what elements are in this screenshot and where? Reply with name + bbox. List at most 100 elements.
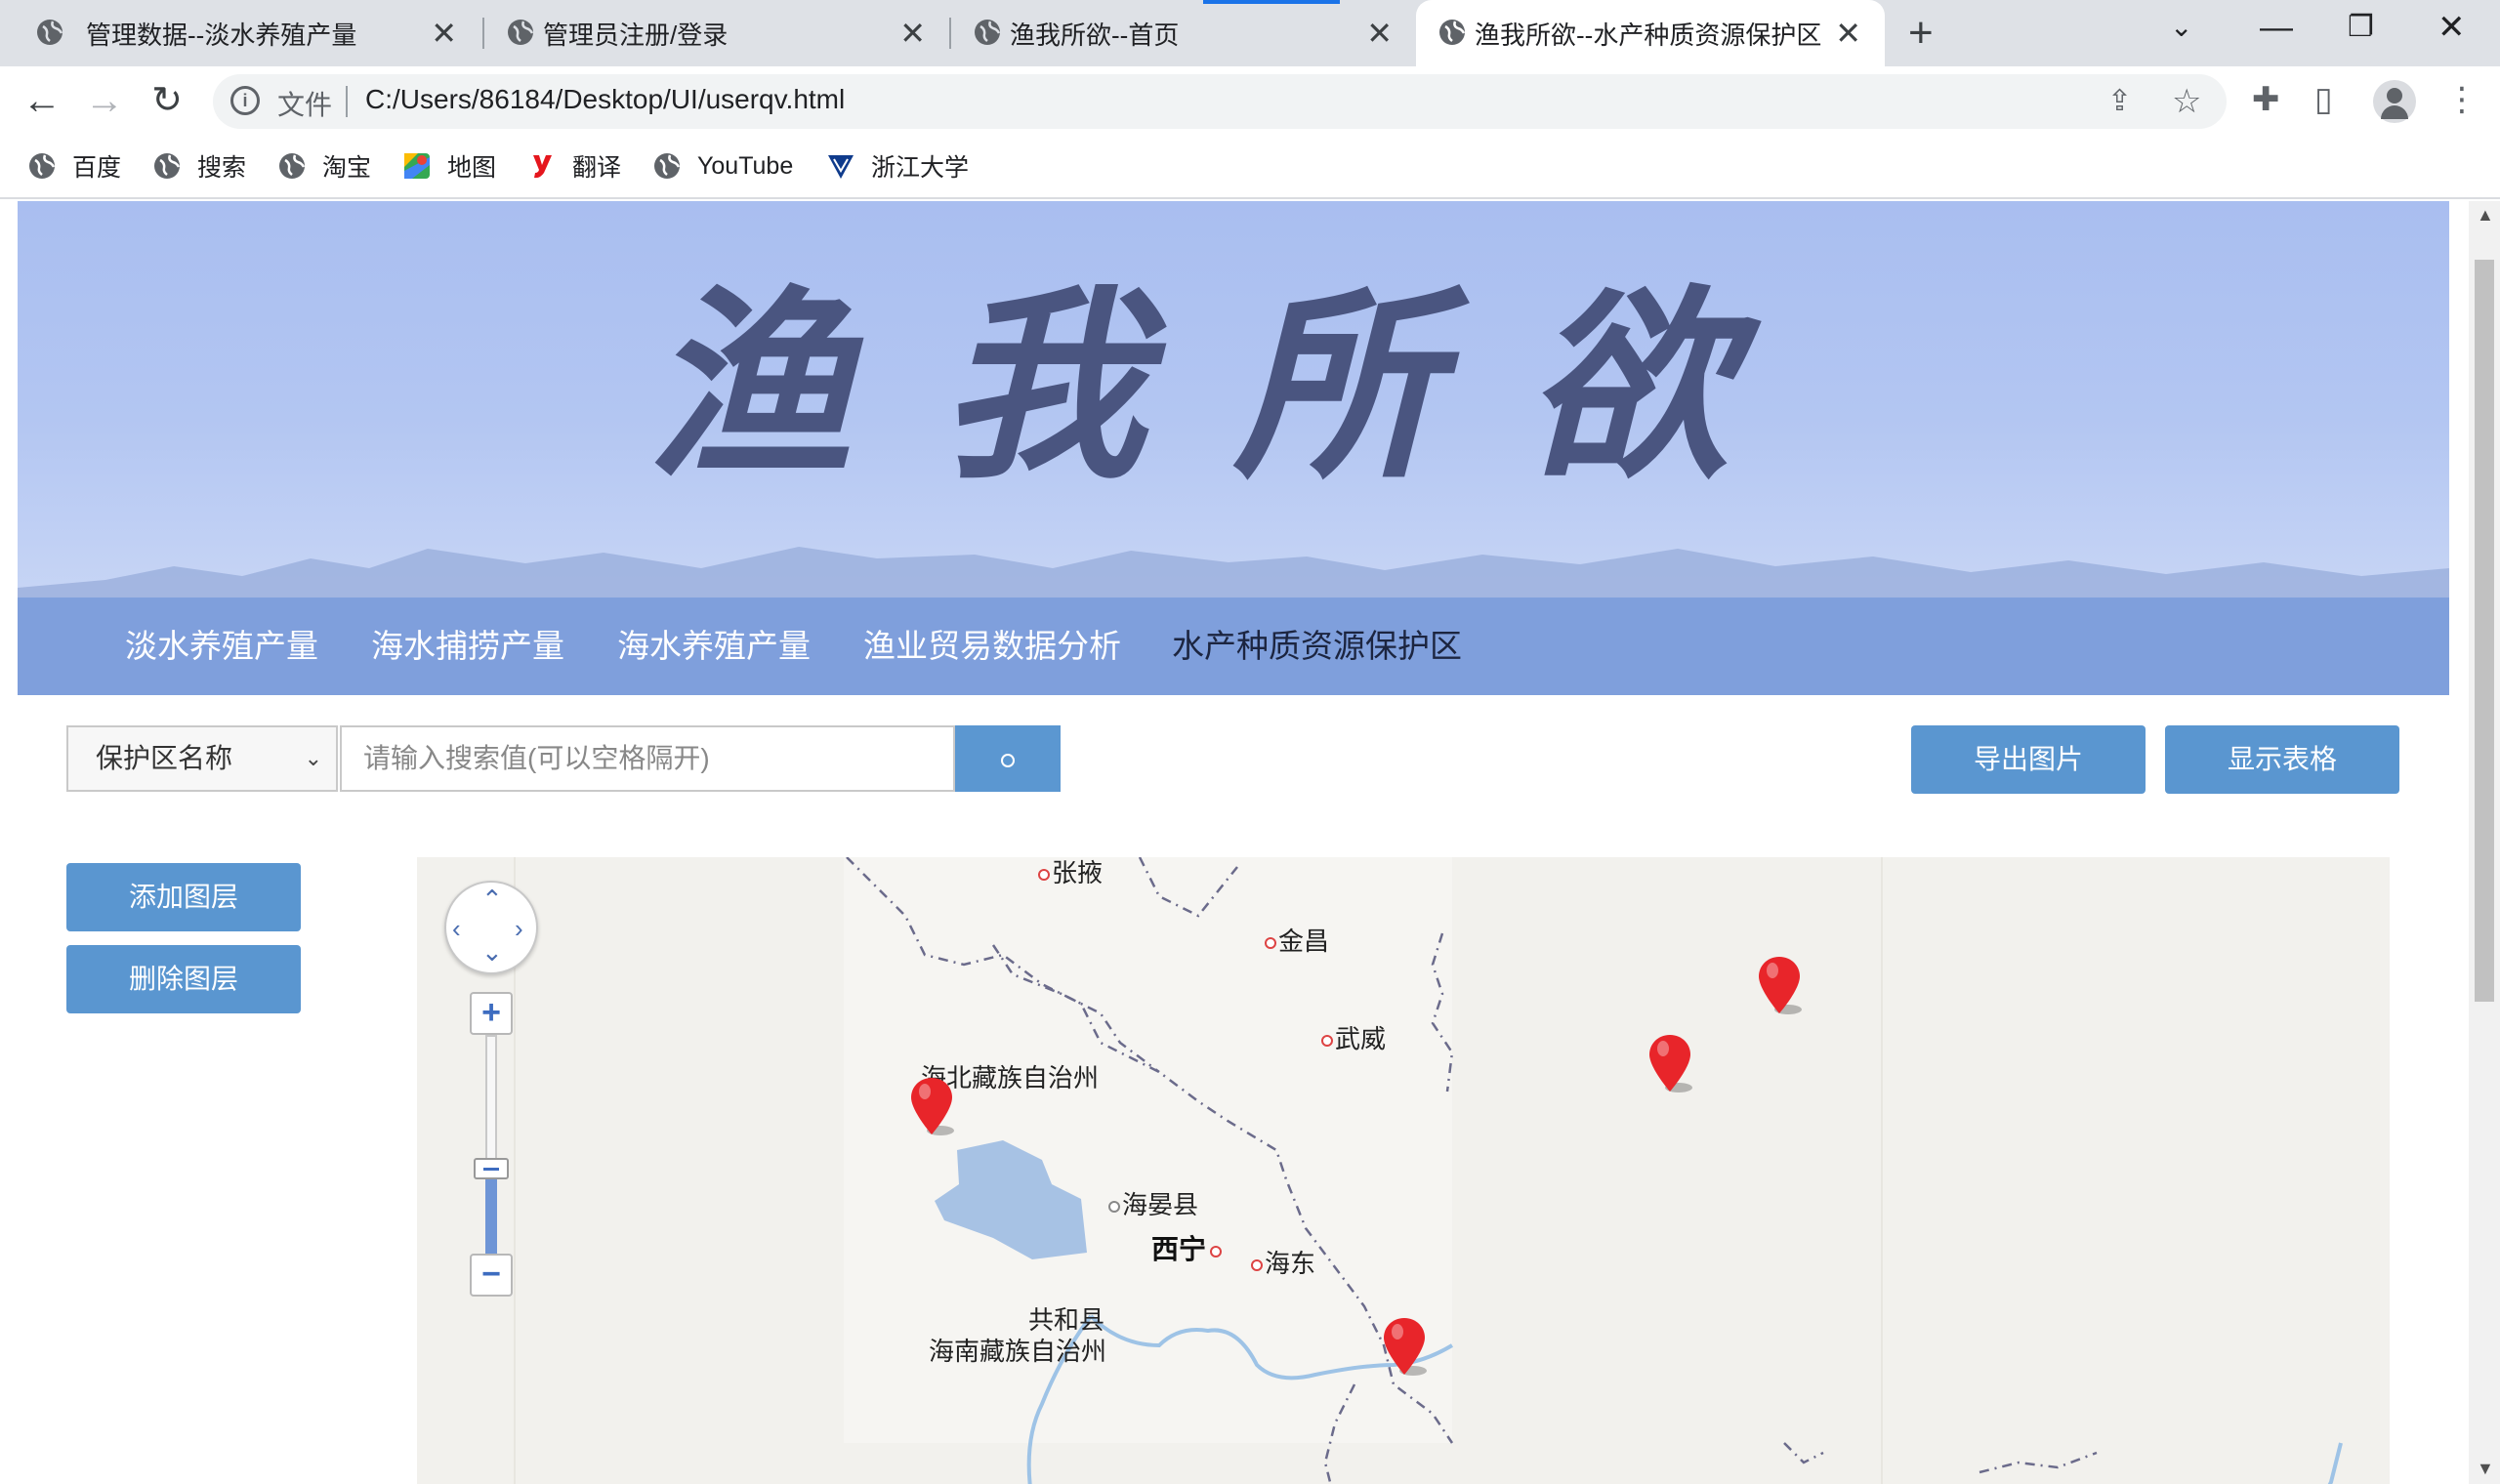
bookmarks-bar: 百度 搜索 淘宝 地图 翻译 YouTube 浙江大学 xyxy=(0,135,2500,199)
profile-avatar[interactable] xyxy=(2373,80,2416,123)
bookmark-zju[interactable]: 浙江大学 xyxy=(826,146,969,186)
map-label-hainan: 海南藏族自治州 xyxy=(929,1337,1107,1366)
address-url[interactable]: C:/Users/86184/Desktop/UI/userqv.html xyxy=(365,84,845,115)
pan-left-icon[interactable]: ‹ xyxy=(452,916,461,941)
youdao-icon xyxy=(533,155,552,179)
globe-icon xyxy=(154,153,181,179)
tab-2[interactable]: 管理员注册/登录 ✕ xyxy=(484,0,949,66)
pan-down-icon[interactable]: ⌄ xyxy=(481,939,503,965)
tab-search-icon[interactable]: ⌄ xyxy=(2170,8,2192,47)
tab-4-active[interactable]: 渔我所欲--水产种质资源保护区 ✕ xyxy=(1416,0,1885,66)
scroll-up-icon[interactable]: ▲ xyxy=(2477,205,2494,226)
extensions-icon[interactable]: ✚ xyxy=(2252,80,2280,119)
bookmark-translate[interactable]: 翻译 xyxy=(527,146,621,186)
pan-up-icon[interactable]: ⌃ xyxy=(481,886,503,912)
map-zoom-control: + − xyxy=(470,992,513,1297)
select-value: 保护区名称 xyxy=(96,743,233,773)
map-marker-pin-icon[interactable] xyxy=(1380,1316,1429,1381)
address-divider xyxy=(346,86,348,117)
nav-item-trade-analysis[interactable]: 渔业贸易数据分析 xyxy=(863,598,1121,695)
scroll-down-icon[interactable]: ▼ xyxy=(2477,1459,2494,1479)
bookmark-label: 浙江大学 xyxy=(871,154,970,182)
nav-item-reserve[interactable]: 水产种质资源保护区 xyxy=(1172,598,1462,695)
tab-1[interactable]: 管理数据--淡水养殖产量 ✕ xyxy=(0,0,480,66)
tab-3[interactable]: 渔我所欲--首页 ✕ xyxy=(951,0,1416,66)
city-dot xyxy=(1321,1035,1333,1048)
tab-title: 管理员注册/登录 xyxy=(543,20,729,50)
map-marker-pin-icon[interactable] xyxy=(1755,955,1804,1019)
info-icon[interactable]: i xyxy=(230,86,260,115)
globe-icon xyxy=(29,153,56,179)
address-scheme-label: 文件 xyxy=(277,90,333,120)
bookmark-star-icon[interactable]: ☆ xyxy=(2172,84,2201,119)
new-tab-button[interactable]: + xyxy=(1908,10,1934,57)
nav-item-freshwater[interactable]: 淡水养殖产量 xyxy=(125,598,318,695)
zoom-slider-fill xyxy=(485,1168,497,1254)
maps-icon xyxy=(404,153,430,179)
close-window-icon[interactable]: ✕ xyxy=(2438,8,2466,47)
pan-right-icon[interactable]: › xyxy=(515,916,523,941)
address-bar[interactable]: i 文件 C:/Users/86184/Desktop/UI/userqv.ht… xyxy=(213,74,2227,129)
map-pan-control[interactable]: ⌃ ⌄ ‹ › xyxy=(444,881,538,974)
search-field-select[interactable]: 保护区名称 ⌄ xyxy=(66,725,338,792)
search-icon xyxy=(1001,754,1015,767)
tab-close-icon[interactable]: ✕ xyxy=(431,14,457,53)
back-icon[interactable]: ← xyxy=(20,78,64,123)
reload-icon[interactable]: ↻ xyxy=(145,78,189,123)
map-view[interactable]: 张掖 金昌 武威 海北藏族自治州 海晏县 西宁 海东 共和县 海南藏族自治州 ⌃… xyxy=(417,857,2390,1484)
nav-item-sea-fishing[interactable]: 海水捕捞产量 xyxy=(371,598,564,695)
bookmark-baidu[interactable]: 百度 xyxy=(27,146,121,186)
delete-layer-button[interactable]: 删除图层 xyxy=(66,945,301,1013)
map-label-text: 海晏县 xyxy=(1122,1190,1199,1219)
bookmark-maps[interactable]: 地图 xyxy=(402,146,496,186)
search-button[interactable] xyxy=(955,725,1061,792)
bookmark-label: 百度 xyxy=(72,154,122,182)
map-label-text: 海东 xyxy=(1265,1249,1316,1278)
zoom-slider-handle[interactable] xyxy=(474,1158,509,1179)
map-label-wuwei: 武威 xyxy=(1321,1019,1386,1055)
city-dot xyxy=(1210,1245,1223,1257)
map-label-haiyan: 海晏县 xyxy=(1108,1185,1198,1221)
globe-icon xyxy=(508,20,534,45)
map-base-layer xyxy=(417,857,2390,1484)
map-label-text: 张掖 xyxy=(1052,858,1104,887)
header-banner: 渔我所欲 xyxy=(18,201,2449,598)
mountain-silhouette xyxy=(18,547,2449,598)
forward-icon[interactable]: → xyxy=(82,78,127,123)
tab-title: 管理数据--淡水养殖产量 xyxy=(86,20,357,50)
bookmark-label: 地图 xyxy=(447,154,497,182)
zoom-in-button[interactable]: + xyxy=(470,992,513,1035)
show-table-button[interactable]: 显示表格 xyxy=(2165,725,2399,794)
map-label-xining: 西宁 xyxy=(1151,1228,1224,1267)
map-marker-pin-icon[interactable] xyxy=(907,1076,956,1140)
side-panel-icon[interactable]: ▯ xyxy=(2314,80,2333,119)
map-label-text: 金昌 xyxy=(1278,927,1330,956)
tab-close-icon[interactable]: ✕ xyxy=(1835,14,1861,53)
tab-strip: 管理数据--淡水养殖产量 ✕ 管理员注册/登录 ✕ 渔我所欲--首页 ✕ 渔我所… xyxy=(0,0,2500,66)
restore-icon[interactable]: ❐ xyxy=(2348,8,2374,47)
export-image-button[interactable]: 导出图片 xyxy=(1911,725,2146,794)
bookmark-youtube[interactable]: YouTube xyxy=(652,146,793,186)
map-label-text: 武威 xyxy=(1335,1024,1387,1053)
main-nav: 淡水养殖产量 海水捕捞产量 海水养殖产量 渔业贸易数据分析 水产种质资源保护区 xyxy=(18,598,2449,695)
bookmark-label: 翻译 xyxy=(572,154,622,182)
scrollbar-thumb[interactable] xyxy=(2475,260,2494,1002)
tab-close-icon[interactable]: ✕ xyxy=(1366,14,1393,53)
page-scrollbar[interactable]: ▲ ▼ xyxy=(2469,201,2500,1484)
map-marker-pin-icon[interactable] xyxy=(1646,1033,1694,1097)
menu-kebab-icon[interactable]: ⋮ xyxy=(2445,80,2479,119)
bookmark-search[interactable]: 搜索 xyxy=(152,146,246,186)
tab-close-icon[interactable]: ✕ xyxy=(899,14,926,53)
nav-item-mariculture[interactable]: 海水养殖产量 xyxy=(617,598,811,695)
add-layer-button[interactable]: 添加图层 xyxy=(66,863,301,931)
globe-icon xyxy=(37,20,63,45)
bookmark-label: YouTube xyxy=(697,151,794,180)
share-icon[interactable]: ⇪ xyxy=(2107,84,2132,119)
site-title: 渔我所欲 xyxy=(646,266,1819,507)
search-input[interactable] xyxy=(340,725,955,792)
minimize-icon[interactable]: — xyxy=(2260,8,2293,47)
map-label-haidong: 海东 xyxy=(1251,1244,1315,1280)
map-label-text: 西宁 xyxy=(1151,1234,1207,1264)
zoom-out-button[interactable]: − xyxy=(470,1254,513,1297)
bookmark-taobao[interactable]: 淘宝 xyxy=(277,146,371,186)
